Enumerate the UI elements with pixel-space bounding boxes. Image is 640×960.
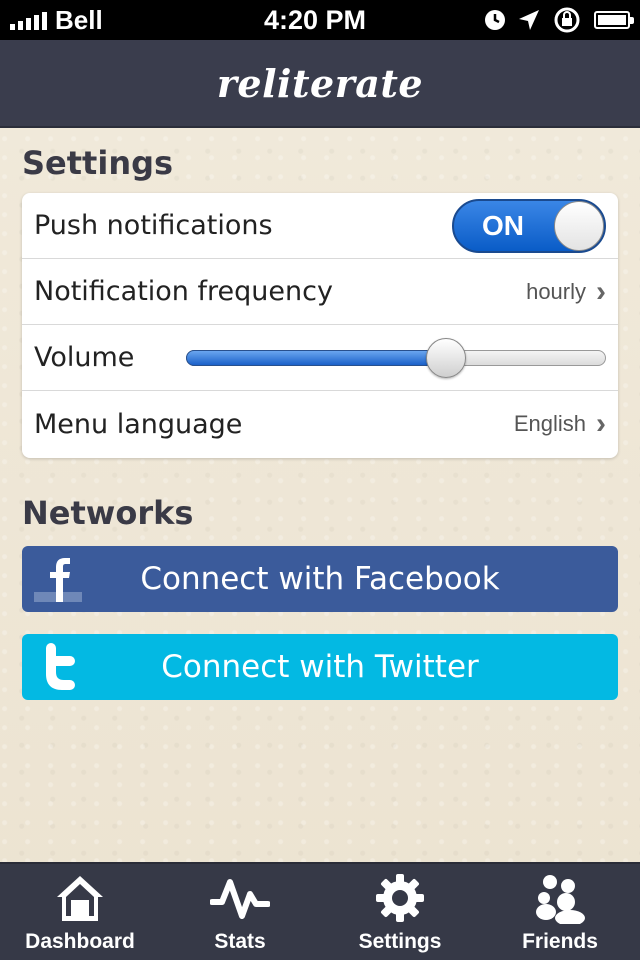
tab-label: Dashboard (25, 930, 135, 953)
facebook-button-label: Connect with Facebook (140, 561, 500, 597)
tab-label: Stats (214, 930, 266, 953)
notification-frequency-row[interactable]: Notification frequency hourly › (22, 259, 618, 325)
chevron-right-icon: › (596, 274, 606, 308)
networks-section-title: Networks (22, 494, 194, 532)
connect-twitter-button[interactable]: Connect with Twitter (22, 634, 618, 700)
chevron-right-icon: › (596, 407, 606, 440)
menu-language-row[interactable]: Menu language English › (22, 391, 618, 457)
gear-icon (374, 870, 426, 926)
status-bar: Bell 4:20 PM (0, 0, 640, 40)
tab-dashboard[interactable]: Dashboard (0, 864, 160, 960)
volume-label: Volume (34, 342, 135, 373)
twitter-icon (34, 640, 86, 694)
app-title: reliterate (216, 60, 424, 106)
push-notifications-toggle[interactable]: ON (452, 198, 606, 253)
tab-stats[interactable]: Stats (160, 864, 320, 960)
menu-language-label: Menu language (34, 408, 243, 440)
tab-label: Friends (522, 930, 598, 953)
carrier-label: Bell (55, 4, 103, 35)
alarm-icon (485, 10, 505, 30)
tab-settings[interactable]: Settings (320, 864, 480, 960)
facebook-icon (34, 552, 86, 606)
menu-language-value: English (513, 411, 586, 436)
status-left: Bell (10, 5, 210, 36)
battery-icon (594, 11, 634, 29)
connect-facebook-button[interactable]: Connect with Facebook (22, 546, 618, 612)
signal-icon (10, 10, 47, 30)
tab-bar: Dashboard Stats Settings Friends (0, 862, 640, 960)
status-time: 4:20 PM (263, 4, 367, 35)
location-icon (519, 10, 539, 30)
app-header: reliterate (0, 40, 640, 128)
volume-row: Volume (22, 325, 618, 391)
push-notifications-row: Push notifications ON (22, 193, 618, 259)
settings-card: Push notifications ON Notification frequ… (22, 193, 618, 458)
rotation-lock-icon (554, 7, 580, 33)
tab-label: Settings (358, 930, 442, 953)
pulse-icon (210, 870, 270, 926)
notification-frequency-value: hourly (526, 278, 586, 304)
toggle-state-label: ON (482, 209, 524, 241)
volume-slider[interactable] (186, 337, 606, 378)
notification-frequency-label: Notification frequency (34, 276, 333, 307)
slider-knob[interactable] (426, 337, 467, 378)
toggle-knob (554, 200, 604, 251)
people-icon (532, 870, 588, 926)
home-icon (54, 870, 106, 926)
push-notifications-label: Push notifications (34, 210, 273, 241)
settings-section-title: Settings (22, 144, 174, 182)
status-right (420, 6, 634, 34)
slider-fill (186, 349, 447, 366)
tab-friends[interactable]: Friends (480, 864, 640, 960)
twitter-button-label: Connect with Twitter (161, 649, 479, 685)
